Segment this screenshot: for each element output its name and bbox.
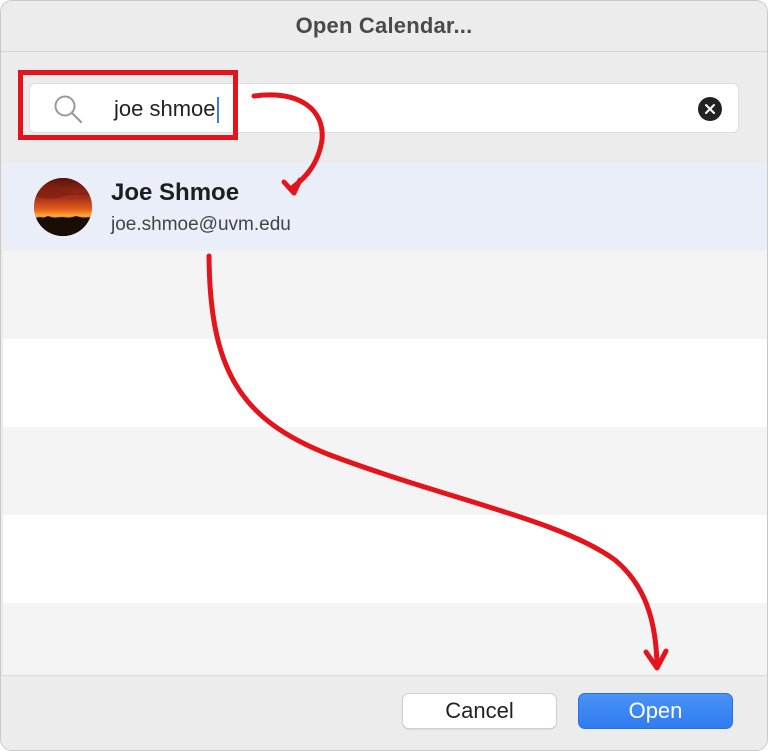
- sunset-photo-icon: [34, 178, 92, 236]
- search-input-value: joe shmoe: [114, 96, 216, 121]
- contact-name: Joe Shmoe: [111, 179, 240, 206]
- empty-row: [3, 251, 767, 339]
- title-bar: Open Calendar...: [1, 1, 767, 52]
- x-icon: [705, 104, 715, 114]
- clear-search-icon[interactable]: [698, 97, 722, 121]
- dialog-title: Open Calendar...: [295, 13, 473, 38]
- open-calendar-dialog: Open Calendar... joe shmoe Joe Shmoe joe…: [0, 0, 768, 751]
- avatar: [34, 178, 92, 236]
- empty-row: [3, 515, 767, 603]
- contact-email: joe.shmoe@uvm.edu: [111, 214, 291, 235]
- dialog-footer: Cancel Open: [1, 675, 767, 750]
- contact-results-list: Joe Shmoe joe.shmoe@uvm.edu: [3, 163, 767, 691]
- text-caret: [216, 97, 219, 124]
- search-icon: [54, 95, 83, 124]
- open-button[interactable]: Open: [578, 693, 733, 729]
- empty-row: [3, 339, 767, 427]
- search-field[interactable]: joe shmoe: [29, 83, 739, 133]
- cancel-button[interactable]: Cancel: [402, 693, 557, 729]
- list-item[interactable]: Joe Shmoe joe.shmoe@uvm.edu: [3, 163, 767, 251]
- empty-row: [3, 427, 767, 515]
- search-input[interactable]: joe shmoe: [114, 94, 219, 124]
